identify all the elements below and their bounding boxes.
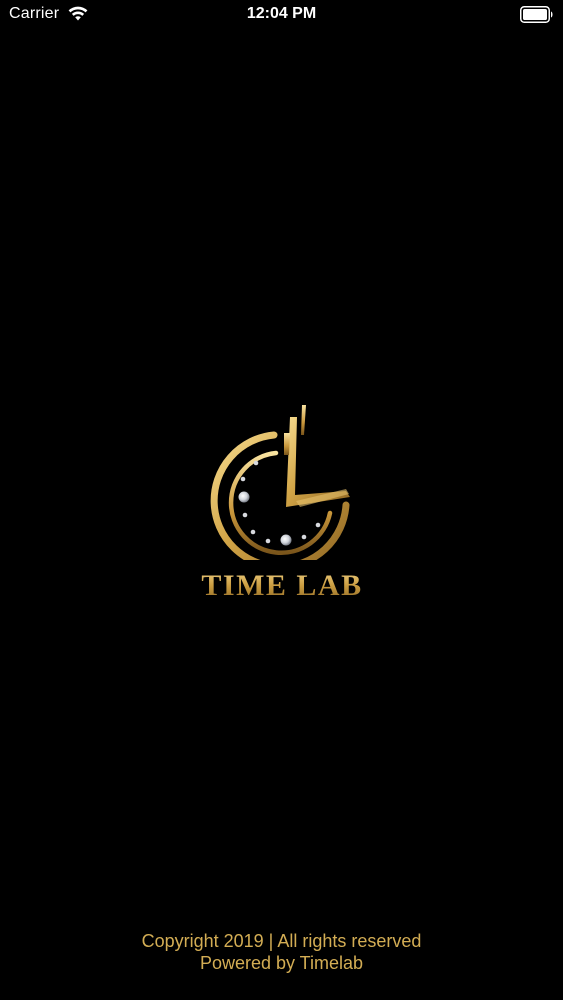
status-time: 12:04 PM bbox=[246, 5, 317, 22]
splash-screen: Carrier 12:04 PM TIME LAB Copyright 2019… bbox=[0, 0, 563, 1000]
footer: Copyright 2019 | All rights reserved Pow… bbox=[0, 930, 563, 974]
logo-wordmark: TIME LAB bbox=[196, 569, 368, 603]
battery-icon bbox=[520, 6, 553, 23]
copyright-text: Copyright 2019 | All rights reserved bbox=[141, 931, 422, 951]
powered-by-text: Powered by Timelab bbox=[199, 953, 364, 973]
app-logo: TIME LAB bbox=[196, 395, 368, 615]
clock-logo-icon bbox=[210, 405, 350, 560]
status-bar: Carrier 12:04 PM bbox=[0, 0, 563, 30]
